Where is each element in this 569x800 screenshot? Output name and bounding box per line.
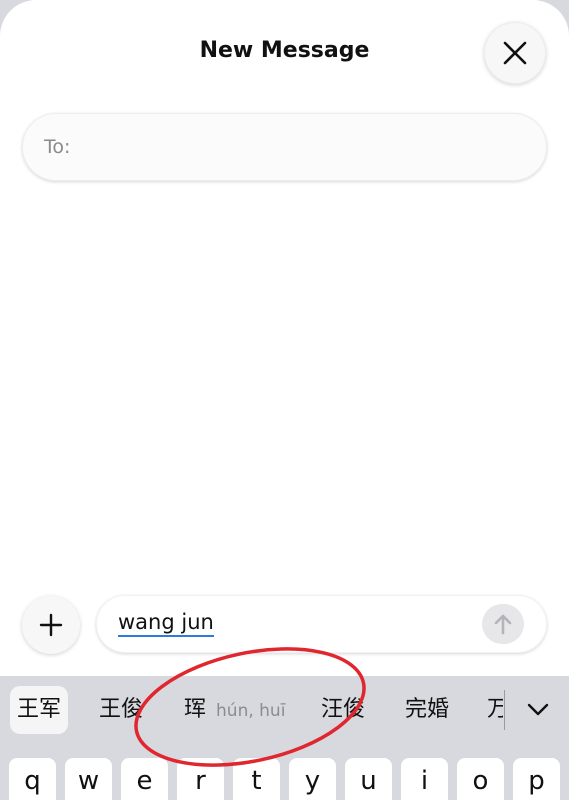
candidate-item[interactable]: 王军 — [10, 686, 69, 734]
candidate-item[interactable]: 汪俊 — [321, 686, 365, 734]
composing-text: wang jun — [118, 610, 214, 637]
key-o[interactable]: o — [457, 758, 504, 800]
arrow-up-icon — [494, 614, 512, 635]
close-button[interactable] — [484, 22, 546, 84]
keyboard: 王军 王俊 珲 hún, huī 汪俊 完婚 万 q w e r t y u i… — [0, 676, 569, 800]
recipient-field[interactable]: To: — [22, 113, 547, 181]
candidate-text: 王俊 — [99, 697, 144, 722]
candidate-text: 万 — [487, 697, 503, 722]
pinyin-hint: hún, huī — [216, 701, 286, 721]
key-t[interactable]: t — [233, 758, 280, 800]
candidate-text: 汪俊 — [321, 697, 366, 722]
key-e[interactable]: e — [121, 758, 168, 800]
send-button[interactable] — [482, 604, 524, 644]
candidate-text: 王军 — [17, 697, 62, 722]
chevron-down-icon — [527, 703, 549, 716]
candidate-item[interactable]: 珲 hún, huī — [184, 686, 285, 734]
candidate-item[interactable]: 完婚 — [405, 686, 449, 734]
candidate-item[interactable]: 万 — [487, 686, 503, 734]
recipient-label: To: — [44, 136, 71, 158]
new-message-sheet: New Message To: wang jun — [0, 0, 569, 676]
expand-candidates-button[interactable] — [516, 690, 560, 730]
key-p[interactable]: p — [513, 758, 560, 800]
add-attachment-button[interactable] — [22, 596, 80, 654]
close-icon — [503, 41, 527, 65]
candidate-text: 珲 — [184, 697, 207, 722]
message-input[interactable]: wang jun — [96, 595, 547, 653]
key-y[interactable]: y — [289, 758, 336, 800]
candidate-text: 完婚 — [405, 697, 450, 722]
key-i[interactable]: i — [401, 758, 448, 800]
key-q[interactable]: q — [9, 758, 56, 800]
key-u[interactable]: u — [345, 758, 392, 800]
candidate-bar: 王军 王俊 珲 hún, huī 汪俊 完婚 万 — [0, 676, 569, 746]
key-row-1: q w e r t y u i o p — [0, 758, 569, 800]
candidate-divider — [504, 690, 505, 730]
key-w[interactable]: w — [65, 758, 112, 800]
key-r[interactable]: r — [177, 758, 224, 800]
plus-icon — [39, 613, 63, 637]
candidate-item[interactable]: 王俊 — [99, 686, 143, 734]
